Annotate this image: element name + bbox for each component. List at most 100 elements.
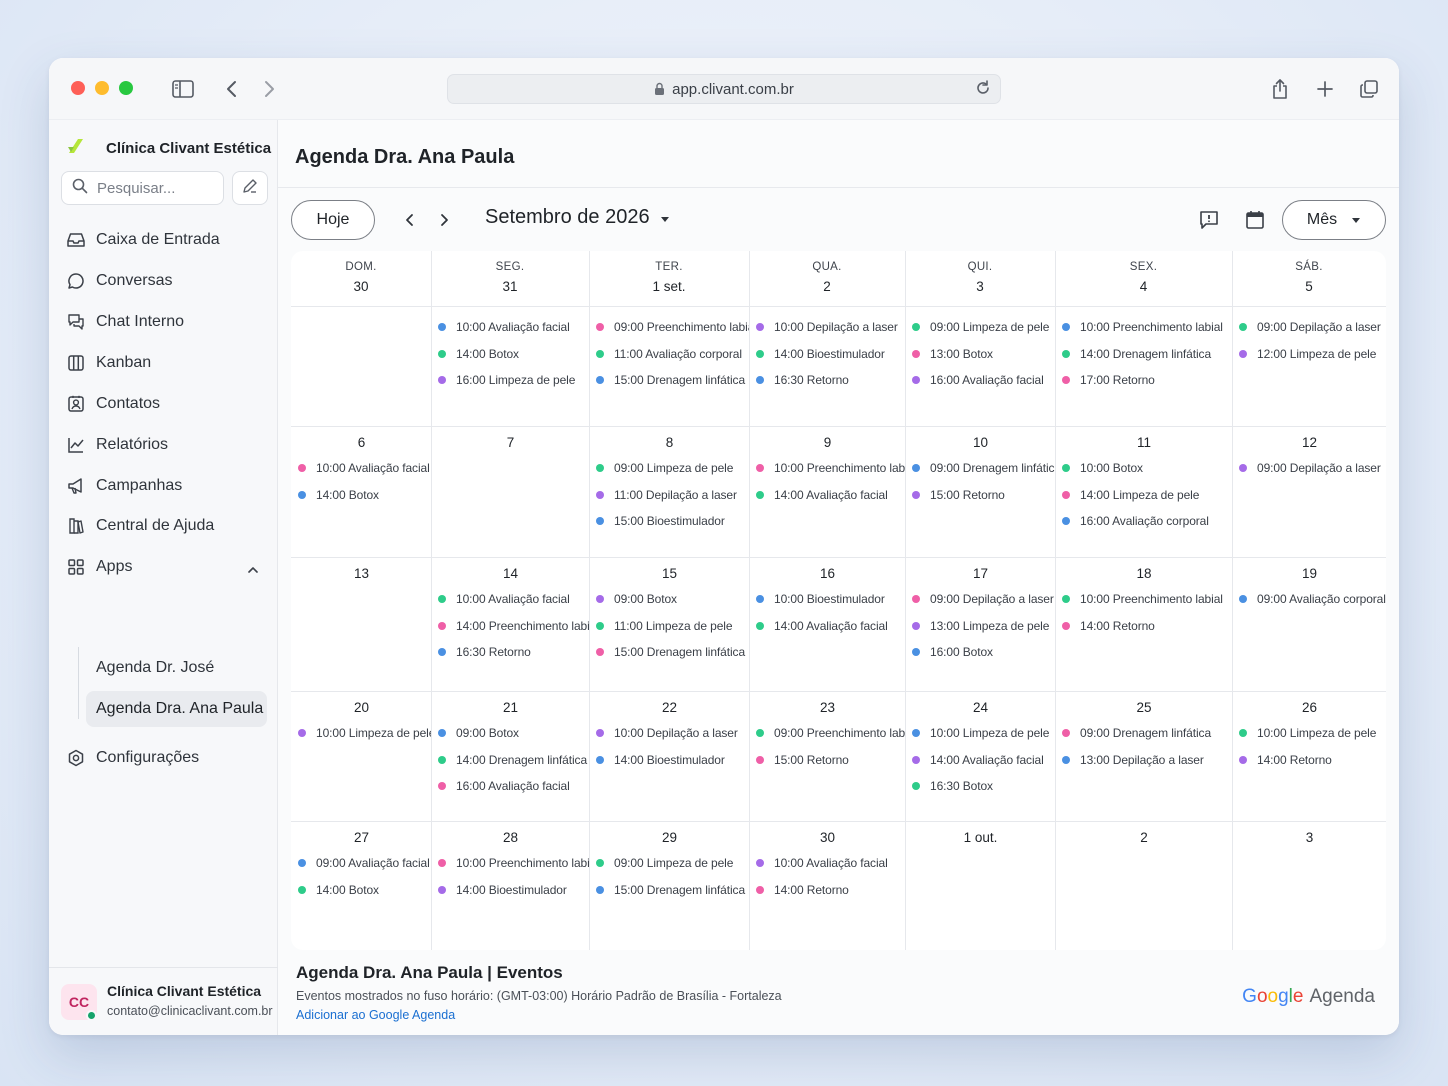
day-cell[interactable]: 23 09:00 Preenchimento labial 15:00 Retorn… <box>750 691 905 821</box>
day-cell[interactable]: 14 10:00 Avaliação facial 14:00 Preenchime… <box>432 557 589 691</box>
day-cell[interactable]: 26 10:00 Limpeza de pele 14:00 Retorno <box>1233 691 1386 821</box>
day-cell[interactable]: 12 09:00 Depilação a laser <box>1233 426 1386 557</box>
back-arrow-icon[interactable] <box>219 76 245 102</box>
calendar-event[interactable]: 09:00 Drenagem linfática <box>906 455 1055 482</box>
calendar-event[interactable]: 16:00 Avaliação corporal <box>1056 508 1232 535</box>
day-cell[interactable]: 16 10:00 Bioestimulador 14:00 Avaliação fa… <box>750 557 905 691</box>
day-number[interactable]: 29 <box>590 830 749 846</box>
calendar-event[interactable]: 10:00 Avaliação facial <box>432 586 589 613</box>
calendar-event[interactable]: 09:00 Limpeza de pele <box>590 850 749 877</box>
calendar-event[interactable]: 14:00 Botox <box>432 341 589 368</box>
calendar-event[interactable]: 10:00 Limpeza de pele <box>906 720 1055 747</box>
day-cell[interactable]: 2 <box>1056 821 1232 950</box>
calendar-event[interactable]: 13:00 Botox <box>906 341 1055 368</box>
weekday-date[interactable]: 3 <box>905 279 1055 294</box>
day-number[interactable]: 6 <box>292 435 431 451</box>
day-cell[interactable]: 10 09:00 Drenagem linfática 15:00 Retorno <box>906 426 1055 557</box>
day-cell[interactable]: 10:00 Preenchimento labial 14:00 Drenagem… <box>1056 307 1232 426</box>
day-number[interactable]: 30 <box>750 830 905 846</box>
day-number[interactable]: 13 <box>292 566 431 582</box>
sidebar-item-contatos[interactable]: Contatos <box>66 389 160 419</box>
day-number[interactable]: 28 <box>432 830 589 846</box>
sidebar-item-chat-interno[interactable]: Chat Interno <box>66 307 184 337</box>
calendar-event[interactable]: 09:00 Depilação a laser <box>1233 455 1386 482</box>
day-cell[interactable]: 25 09:00 Drenagem linfática 13:00 Depilaçã… <box>1056 691 1232 821</box>
calendar-event[interactable]: 16:30 Retorno <box>750 367 905 394</box>
calendar-event[interactable]: 11:00 Avaliação corporal <box>590 341 749 368</box>
calendar-event[interactable]: 09:00 Preenchimento labial <box>750 720 905 747</box>
calendar-event[interactable]: 09:00 Avaliação corporal <box>1233 586 1386 613</box>
sidebar-subitem-agenda-dr-jose[interactable]: Agenda Dr. José <box>86 650 267 686</box>
day-number[interactable]: 11 <box>1056 435 1232 451</box>
day-cell[interactable]: 10:00 Avaliação facial 14:00 Botox 16:00 L… <box>432 307 589 426</box>
calendar-event[interactable]: 14:00 Botox <box>292 877 431 904</box>
day-number[interactable]: 21 <box>432 700 589 716</box>
calendar-event[interactable]: 10:00 Avaliação facial <box>750 850 905 877</box>
calendar-event[interactable]: 14:00 Retorno <box>1056 613 1232 640</box>
day-number[interactable]: 27 <box>292 830 431 846</box>
calendar-event[interactable]: 10:00 Limpeza de pele <box>1233 720 1386 747</box>
day-cell[interactable]: 24 10:00 Limpeza de pele 14:00 Avaliação f… <box>906 691 1055 821</box>
day-number[interactable]: 14 <box>432 566 589 582</box>
sidebar-item-caixa-de-entrada[interactable]: Caixa de Entrada <box>66 225 220 255</box>
sidebar-item-configuracoes[interactable]: Configurações <box>66 743 199 773</box>
share-icon[interactable] <box>1267 76 1293 102</box>
calendar-event[interactable]: 14:00 Avaliação facial <box>750 613 905 640</box>
sidebar-toggle-icon[interactable] <box>170 76 196 102</box>
day-cell[interactable]: 19 09:00 Avaliação corporal <box>1233 557 1386 691</box>
day-cell[interactable] <box>292 307 431 426</box>
day-cell[interactable]: 6 10:00 Avaliação facial 14:00 Botox <box>292 426 431 557</box>
sidebar-item-relatorios[interactable]: Relatórios <box>66 430 168 460</box>
calendar-event[interactable]: 16:00 Limpeza de pele <box>432 367 589 394</box>
calendar-event[interactable]: 09:00 Preenchimento labial <box>590 314 749 341</box>
calendar-event[interactable]: 14:00 Botox <box>292 482 431 509</box>
day-number[interactable]: 9 <box>750 435 905 451</box>
calendar-event[interactable]: 14:00 Retorno <box>750 877 905 904</box>
day-number[interactable]: 17 <box>906 566 1055 582</box>
calendar-event[interactable]: 14:00 Avaliação facial <box>906 747 1055 774</box>
user-profile[interactable]: CC Clínica Clivant Estética contato@clin… <box>49 967 278 1035</box>
calendar-event[interactable]: 09:00 Avaliação facial <box>292 850 431 877</box>
day-cell[interactable]: 11 10:00 Botox 14:00 Limpeza de pele 16:00 … <box>1056 426 1232 557</box>
calendar-event[interactable]: 10:00 Bioestimulador <box>750 586 905 613</box>
calendar-event[interactable]: 09:00 Depilação a laser <box>1233 314 1386 341</box>
calendar-event[interactable]: 17:00 Retorno <box>1056 367 1232 394</box>
day-cell[interactable]: 30 10:00 Avaliação facial 14:00 Retorno <box>750 821 905 950</box>
day-cell[interactable]: 28 10:00 Preenchimento labial 14:00 Bioest… <box>432 821 589 950</box>
day-cell[interactable]: 9 10:00 Preenchimento labial 14:00 Avaliaç… <box>750 426 905 557</box>
calendar-event[interactable]: 14:00 Bioestimulador <box>750 341 905 368</box>
day-number[interactable]: 2 <box>1056 830 1232 846</box>
calendar-event[interactable]: 10:00 Avaliação facial <box>292 455 431 482</box>
weekday-date[interactable]: 2 <box>749 279 905 294</box>
calendar-event[interactable]: 14:00 Drenagem linfática <box>432 747 589 774</box>
sidebar-item-apps[interactable]: Apps <box>66 552 132 582</box>
feedback-icon[interactable] <box>1197 208 1221 232</box>
day-number[interactable]: 20 <box>292 700 431 716</box>
add-to-google-calendar-link[interactable]: Adicionar ao Google Agenda <box>296 1008 455 1022</box>
calendar-event[interactable]: 15:00 Retorno <box>906 482 1055 509</box>
month-selector[interactable]: Setembro de 2026 <box>485 206 670 229</box>
day-cell[interactable]: 10:00 Depilação a laser 14:00 Bioestimula… <box>750 307 905 426</box>
calendar-event[interactable]: 15:00 Retorno <box>750 747 905 774</box>
search-box[interactable] <box>61 171 224 205</box>
calendar-event[interactable]: 10:00 Preenchimento labial <box>1056 586 1232 613</box>
weekday-date[interactable]: 30 <box>291 279 431 294</box>
day-cell[interactable]: 29 09:00 Limpeza de pele 15:00 Drenagem li… <box>590 821 749 950</box>
calendar-icon[interactable] <box>1243 208 1267 232</box>
day-cell[interactable]: 21 09:00 Botox 14:00 Drenagem linfática 16:… <box>432 691 589 821</box>
day-number[interactable]: 23 <box>750 700 905 716</box>
day-number[interactable]: 22 <box>590 700 749 716</box>
day-number[interactable]: 12 <box>1233 435 1386 451</box>
day-cell[interactable]: 15 09:00 Botox 11:00 Limpeza de pele 15:00 … <box>590 557 749 691</box>
calendar-event[interactable]: 10:00 Preenchimento labial <box>432 850 589 877</box>
weekday-date[interactable]: 5 <box>1232 279 1386 294</box>
day-number[interactable]: 24 <box>906 700 1055 716</box>
calendar-event[interactable]: 16:00 Avaliação facial <box>432 773 589 800</box>
calendar-event[interactable]: 14:00 Bioestimulador <box>432 877 589 904</box>
day-number[interactable]: 1 out. <box>906 830 1055 846</box>
chevron-up-icon[interactable] <box>247 561 259 579</box>
day-cell[interactable]: 8 09:00 Limpeza de pele 11:00 Depilação a … <box>590 426 749 557</box>
day-number[interactable]: 16 <box>750 566 905 582</box>
day-number[interactable]: 26 <box>1233 700 1386 716</box>
day-cell[interactable]: 17 09:00 Depilação a laser 13:00 Limpeza d… <box>906 557 1055 691</box>
